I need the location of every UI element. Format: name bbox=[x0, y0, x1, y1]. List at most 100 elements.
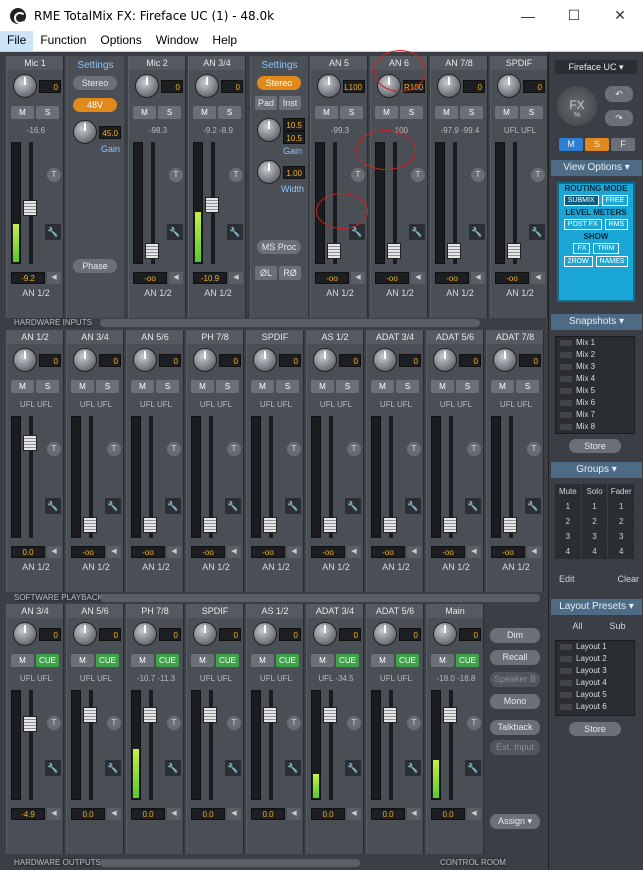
fader-handle[interactable] bbox=[443, 706, 457, 723]
collapse-arrow-icon[interactable]: ◀ bbox=[287, 546, 301, 558]
wrench-icon[interactable]: 🔧 bbox=[469, 224, 485, 240]
outputs-scrollbar[interactable] bbox=[100, 859, 360, 867]
trim-t-button[interactable]: T bbox=[227, 716, 241, 730]
mute-button[interactable]: M bbox=[193, 106, 216, 119]
snapshot-item[interactable]: Mix 7 bbox=[556, 409, 634, 421]
fader-handle[interactable] bbox=[23, 435, 37, 452]
mute-button[interactable]: M bbox=[371, 654, 394, 667]
channel-name[interactable]: ADAT 5/6 bbox=[427, 330, 483, 344]
channel-name[interactable]: AN 3/4 bbox=[189, 56, 245, 70]
solo-button[interactable]: S bbox=[456, 380, 479, 393]
routing-label[interactable]: AN 1/2 bbox=[11, 562, 61, 572]
wrench-icon[interactable]: 🔧 bbox=[165, 498, 181, 514]
control-room-button-6[interactable]: Assign ▾ bbox=[490, 814, 540, 829]
menu-window[interactable]: Window bbox=[149, 31, 206, 51]
trim-t-button[interactable]: T bbox=[287, 716, 301, 730]
phantom-48v-button[interactable]: 48V bbox=[73, 98, 117, 112]
menu-file[interactable]: File bbox=[0, 31, 34, 51]
gain-knob[interactable] bbox=[257, 118, 281, 142]
snapshot-item[interactable]: Mix 3 bbox=[556, 361, 634, 373]
gain-knob[interactable] bbox=[193, 348, 217, 372]
names-button[interactable]: NAMES bbox=[595, 256, 629, 267]
mute-button[interactable]: M bbox=[371, 380, 394, 393]
wrench-icon[interactable]: 🔧 bbox=[45, 760, 61, 776]
trim-t-button[interactable]: T bbox=[47, 442, 61, 456]
solo-button[interactable]: S bbox=[36, 380, 59, 393]
cue-button[interactable]: CUE bbox=[36, 654, 59, 667]
channel-name[interactable]: Mic 2 bbox=[129, 56, 185, 70]
wrench-icon[interactable]: 🔧 bbox=[285, 760, 301, 776]
routing-label[interactable]: AN 1/2 bbox=[311, 562, 361, 572]
channel-name[interactable]: AS 1/2 bbox=[247, 604, 303, 618]
fader-handle[interactable] bbox=[83, 516, 97, 533]
mute-button[interactable]: M bbox=[71, 380, 94, 393]
trim-t-button[interactable]: T bbox=[227, 442, 241, 456]
group-cell[interactable]: 1 bbox=[555, 499, 582, 513]
mute-button[interactable]: M bbox=[133, 106, 156, 119]
trim-t-button[interactable]: T bbox=[287, 442, 301, 456]
routing-label[interactable]: AN 1/2 bbox=[371, 562, 421, 572]
solo-button[interactable]: S bbox=[218, 106, 241, 119]
group-cell[interactable]: 1 bbox=[608, 499, 636, 513]
gain-knob[interactable] bbox=[135, 74, 159, 98]
collapse-arrow-icon[interactable]: ◀ bbox=[107, 546, 121, 558]
layout-preset-item[interactable]: Layout 6 bbox=[556, 701, 634, 713]
wrench-icon[interactable]: 🔧 bbox=[105, 760, 121, 776]
trim-t-button[interactable]: T bbox=[351, 168, 365, 182]
ms-proc-button[interactable]: MS Proc bbox=[257, 240, 301, 254]
routing-label[interactable]: AN 1/2 bbox=[251, 562, 301, 572]
gain-knob[interactable] bbox=[497, 74, 521, 98]
trim-t-button[interactable]: T bbox=[169, 168, 183, 182]
fader-handle[interactable] bbox=[387, 242, 401, 259]
routing-label[interactable]: AN 1/2 bbox=[193, 288, 243, 298]
channel-name[interactable]: ADAT 7/8 bbox=[487, 330, 543, 344]
solo-button[interactable]: S bbox=[400, 106, 423, 119]
postfx-button[interactable]: POST FX bbox=[563, 219, 602, 230]
mute-button[interactable]: M bbox=[431, 654, 454, 667]
control-room-button-0[interactable]: Dim bbox=[490, 628, 540, 643]
layout-preset-item[interactable]: Layout 3 bbox=[556, 665, 634, 677]
global-solo-button[interactable]: S bbox=[585, 138, 609, 151]
mute-button[interactable]: M bbox=[251, 654, 274, 667]
wrench-icon[interactable]: 🔧 bbox=[405, 760, 421, 776]
mute-button[interactable]: M bbox=[375, 106, 398, 119]
wrench-icon[interactable]: 🔧 bbox=[105, 498, 121, 514]
layout-preset-item[interactable]: Layout 1 bbox=[556, 641, 634, 653]
minimize-button[interactable]: — bbox=[505, 0, 551, 31]
collapse-arrow-icon[interactable]: ◀ bbox=[47, 546, 61, 558]
gain-knob[interactable] bbox=[13, 348, 37, 372]
redo-icon[interactable]: ↷ bbox=[605, 110, 633, 126]
routing-label[interactable]: AN 1/2 bbox=[375, 288, 425, 298]
mute-button[interactable]: M bbox=[491, 380, 514, 393]
control-room-button-1[interactable]: Recall bbox=[490, 650, 540, 665]
snapshot-store-button[interactable]: Store bbox=[569, 439, 621, 453]
fader-handle[interactable] bbox=[503, 516, 517, 533]
layout-all-button[interactable]: All bbox=[572, 621, 582, 631]
trim-t-button[interactable]: T bbox=[467, 442, 481, 456]
fader-handle[interactable] bbox=[327, 242, 341, 259]
fader-handle[interactable] bbox=[83, 706, 97, 723]
view-options-header[interactable]: View Options ▾ bbox=[551, 160, 642, 176]
collapse-arrow-icon[interactable]: ◀ bbox=[471, 272, 485, 284]
collapse-arrow-icon[interactable]: ◀ bbox=[227, 808, 241, 820]
trim-t-button[interactable]: T bbox=[167, 442, 181, 456]
collapse-arrow-icon[interactable]: ◀ bbox=[527, 546, 541, 558]
solo-button[interactable]: S bbox=[396, 380, 419, 393]
mute-button[interactable]: M bbox=[191, 654, 214, 667]
channel-name[interactable]: AN 3/4 bbox=[7, 604, 63, 618]
control-room-button-5[interactable]: Ext. Input bbox=[490, 740, 540, 755]
fader-handle[interactable] bbox=[507, 242, 521, 259]
wrench-icon[interactable]: 🔧 bbox=[345, 760, 361, 776]
gain-knob[interactable] bbox=[73, 348, 97, 372]
trim-t-button[interactable]: T bbox=[167, 716, 181, 730]
playback-scrollbar[interactable] bbox=[100, 594, 540, 602]
control-room-button-3[interactable]: Mono bbox=[490, 694, 540, 709]
mute-button[interactable]: M bbox=[315, 106, 338, 119]
inst-button[interactable]: Inst bbox=[279, 96, 301, 110]
mute-button[interactable]: M bbox=[11, 380, 34, 393]
collapse-arrow-icon[interactable]: ◀ bbox=[351, 272, 365, 284]
trim-t-button[interactable]: T bbox=[229, 168, 243, 182]
fader-handle[interactable] bbox=[443, 516, 457, 533]
mute-button[interactable]: M bbox=[191, 380, 214, 393]
channel-name[interactable]: ADAT 5/6 bbox=[367, 604, 423, 618]
